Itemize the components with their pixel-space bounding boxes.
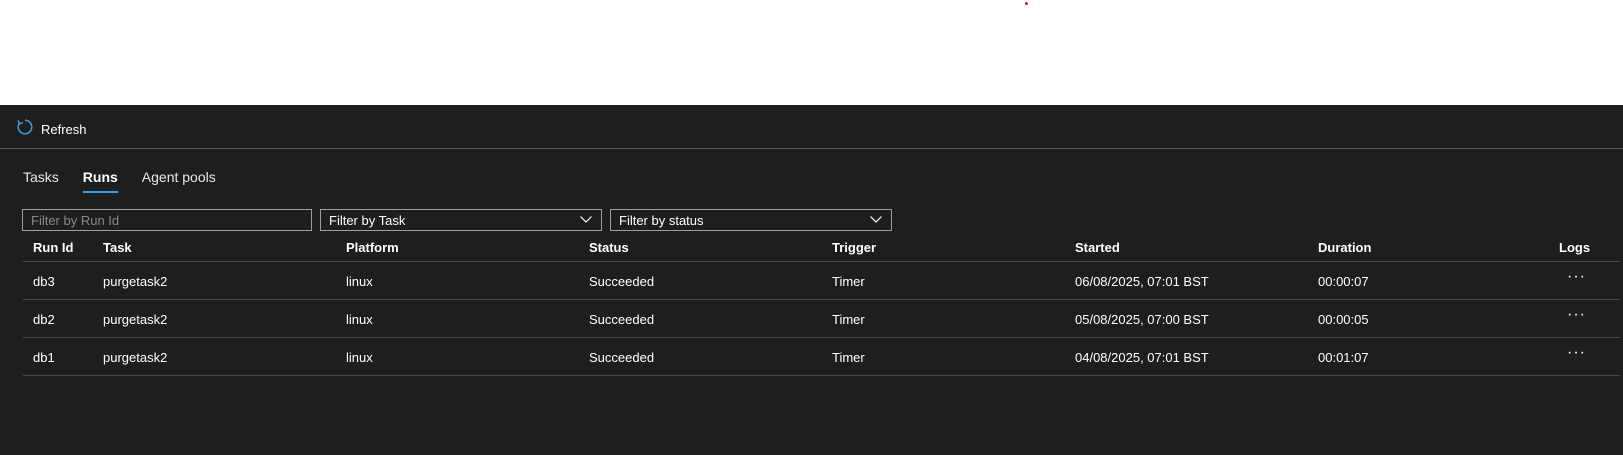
table-header-row: Run Id Task Platform Status Trigger Star… bbox=[23, 232, 1620, 262]
table-row[interactable]: db2 purgetask2 linux Succeeded Timer 05/… bbox=[23, 300, 1620, 338]
refresh-button[interactable]: Refresh bbox=[16, 118, 87, 141]
logs-more-button[interactable]: ··· bbox=[1567, 268, 1586, 286]
run-id-cell: db1 bbox=[33, 350, 55, 365]
column-header-started[interactable]: Started bbox=[1075, 240, 1120, 255]
run-id-filter-input[interactable] bbox=[23, 210, 311, 230]
runs-table: Run Id Task Platform Status Trigger Star… bbox=[23, 232, 1620, 376]
platform-cell: linux bbox=[346, 312, 373, 327]
trigger-cell: Timer bbox=[832, 350, 865, 365]
started-cell: 05/08/2025, 07:00 BST bbox=[1075, 312, 1209, 327]
duration-cell: 00:00:07 bbox=[1318, 274, 1369, 289]
column-header-duration[interactable]: Duration bbox=[1318, 240, 1371, 255]
column-header-task[interactable]: Task bbox=[103, 240, 132, 255]
chevron-down-icon bbox=[579, 212, 593, 229]
platform-cell: linux bbox=[346, 350, 373, 365]
refresh-label: Refresh bbox=[41, 121, 87, 137]
table-row[interactable]: db3 purgetask2 linux Succeeded Timer 06/… bbox=[23, 262, 1620, 300]
logs-more-button[interactable]: ··· bbox=[1567, 306, 1586, 324]
tab-list: Tasks Runs Agent pools bbox=[23, 169, 240, 197]
started-cell: 06/08/2025, 07:01 BST bbox=[1075, 274, 1209, 289]
column-header-platform[interactable]: Platform bbox=[346, 240, 399, 255]
run-id-cell: db3 bbox=[33, 274, 55, 289]
status-cell: Succeeded bbox=[589, 274, 655, 289]
runs-panel: Refresh Tasks Runs Agent pools Filter by… bbox=[0, 105, 1623, 455]
run-id-filter-box bbox=[22, 209, 312, 231]
column-header-run-id[interactable]: Run Id bbox=[33, 240, 73, 255]
trigger-cell: Timer bbox=[832, 312, 865, 327]
task-cell: purgetask2 bbox=[103, 312, 168, 327]
page-top-area bbox=[0, 0, 1623, 105]
tab-tasks[interactable]: Tasks bbox=[23, 169, 59, 191]
chevron-down-icon bbox=[869, 212, 883, 229]
task-cell: purgetask2 bbox=[103, 274, 168, 289]
table-row[interactable]: db1 purgetask2 linux Succeeded Timer 04/… bbox=[23, 338, 1620, 376]
column-header-trigger[interactable]: Trigger bbox=[832, 240, 876, 255]
task-filter-dropdown[interactable]: Filter by Task bbox=[320, 209, 602, 231]
status-filter-label: Filter by status bbox=[619, 212, 704, 228]
status-cell: Succeeded bbox=[589, 312, 655, 327]
refresh-icon bbox=[16, 118, 34, 141]
duration-cell: 00:00:05 bbox=[1318, 312, 1369, 327]
trigger-cell: Timer bbox=[832, 274, 865, 289]
started-cell: 04/08/2025, 07:01 BST bbox=[1075, 350, 1209, 365]
status-cell: Succeeded bbox=[589, 350, 655, 365]
tab-runs[interactable]: Runs bbox=[82, 169, 118, 193]
command-bar: Refresh bbox=[0, 105, 1623, 149]
column-header-logs: Logs bbox=[1559, 240, 1591, 255]
status-filter-dropdown[interactable]: Filter by status bbox=[610, 209, 892, 231]
duration-cell: 00:01:07 bbox=[1318, 350, 1369, 365]
task-filter-label: Filter by Task bbox=[329, 212, 406, 228]
run-id-cell: db2 bbox=[33, 312, 55, 327]
tab-agent-pools[interactable]: Agent pools bbox=[142, 169, 216, 191]
task-cell: purgetask2 bbox=[103, 350, 168, 365]
column-header-status[interactable]: Status bbox=[589, 240, 629, 255]
cursor-dot bbox=[1025, 2, 1028, 5]
logs-more-button[interactable]: ··· bbox=[1567, 344, 1586, 362]
platform-cell: linux bbox=[346, 274, 373, 289]
